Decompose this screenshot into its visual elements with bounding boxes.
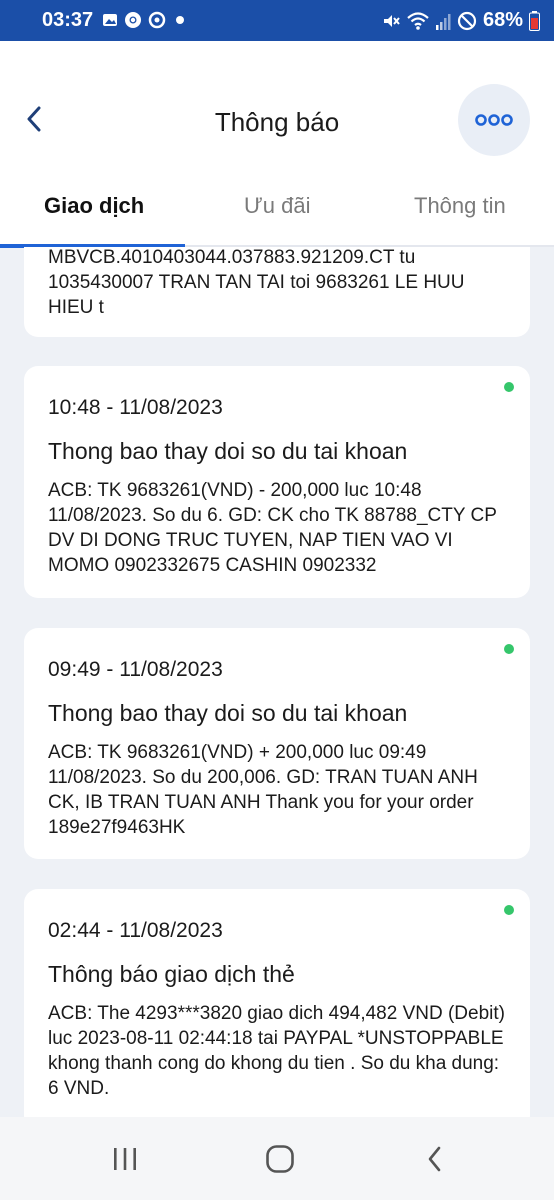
- system-back-button[interactable]: [415, 1141, 455, 1177]
- back-nav-icon: [428, 1146, 441, 1172]
- mute-icon: [383, 14, 400, 27]
- chrome-icon: [125, 12, 141, 28]
- tab-thong-tin[interactable]: Thông tin: [414, 193, 506, 219]
- more-horizontal-icon: [475, 114, 513, 126]
- notification-time: 09:49 - 11/08/2023: [48, 658, 223, 681]
- battery-percent: 68%: [482, 9, 523, 31]
- notification-body: ACB: TK 9683261(VND) + 200,000 luc 09:49…: [48, 742, 478, 838]
- status-bar: 03:37 68%: [0, 0, 554, 41]
- dot-icon: [176, 16, 184, 24]
- notification-card[interactable]: 02:44 - 11/08/2023 Thông báo giao dịch t…: [24, 889, 530, 1117]
- home-button[interactable]: [260, 1141, 300, 1177]
- notification-list[interactable]: MBVCB.4010403044.037883.921209.CT tu 103…: [0, 247, 554, 1117]
- system-nav-bar: [0, 1117, 554, 1200]
- tab-bar: Giao dịch Ưu đãi Thông tin: [0, 181, 554, 245]
- notification-body: MBVCB.4010403044.037883.921209.CT tu 103…: [48, 247, 465, 318]
- home-icon: [266, 1145, 294, 1173]
- notification-time: 10:48 - 11/08/2023: [48, 396, 223, 419]
- notification-title: Thong bao thay doi so du tai khoan: [48, 700, 408, 726]
- notification-body: ACB: TK 9683261(VND) - 200,000 luc 10:48…: [48, 480, 497, 576]
- unread-dot: [504, 905, 514, 915]
- dnd-icon: [457, 11, 477, 30]
- sync-icon: [148, 11, 166, 29]
- recent-apps-button[interactable]: [105, 1141, 145, 1177]
- notification-card[interactable]: MBVCB.4010403044.037883.921209.CT tu 103…: [24, 247, 530, 337]
- unread-dot: [504, 382, 514, 392]
- wifi-icon: [407, 11, 429, 30]
- gallery-icon: [103, 14, 117, 26]
- notification-card[interactable]: 09:49 - 11/08/2023 Thong bao thay doi so…: [24, 628, 530, 859]
- status-time: 03:37: [42, 9, 94, 31]
- notification-time: 02:44 - 11/08/2023: [48, 919, 223, 942]
- notification-title: Thông báo giao dịch thẻ: [48, 961, 295, 987]
- app-header: Thông báo Giao dịch Ưu đãi Thông tin: [0, 41, 554, 248]
- tab-uu-dai[interactable]: Ưu đãi: [244, 193, 311, 219]
- more-options-button[interactable]: [458, 84, 530, 156]
- tab-giao-dich[interactable]: Giao dịch: [44, 193, 144, 219]
- notification-title: Thong bao thay doi so du tai khoan: [48, 438, 408, 464]
- unread-dot: [504, 644, 514, 654]
- notification-card[interactable]: 10:48 - 11/08/2023 Thong bao thay doi so…: [24, 366, 530, 598]
- battery-icon: [529, 10, 540, 31]
- signal-icon: [435, 13, 451, 30]
- notification-body: ACB: The 4293***3820 giao dich 494,482 V…: [48, 1003, 505, 1099]
- recent-apps-icon: [114, 1148, 136, 1170]
